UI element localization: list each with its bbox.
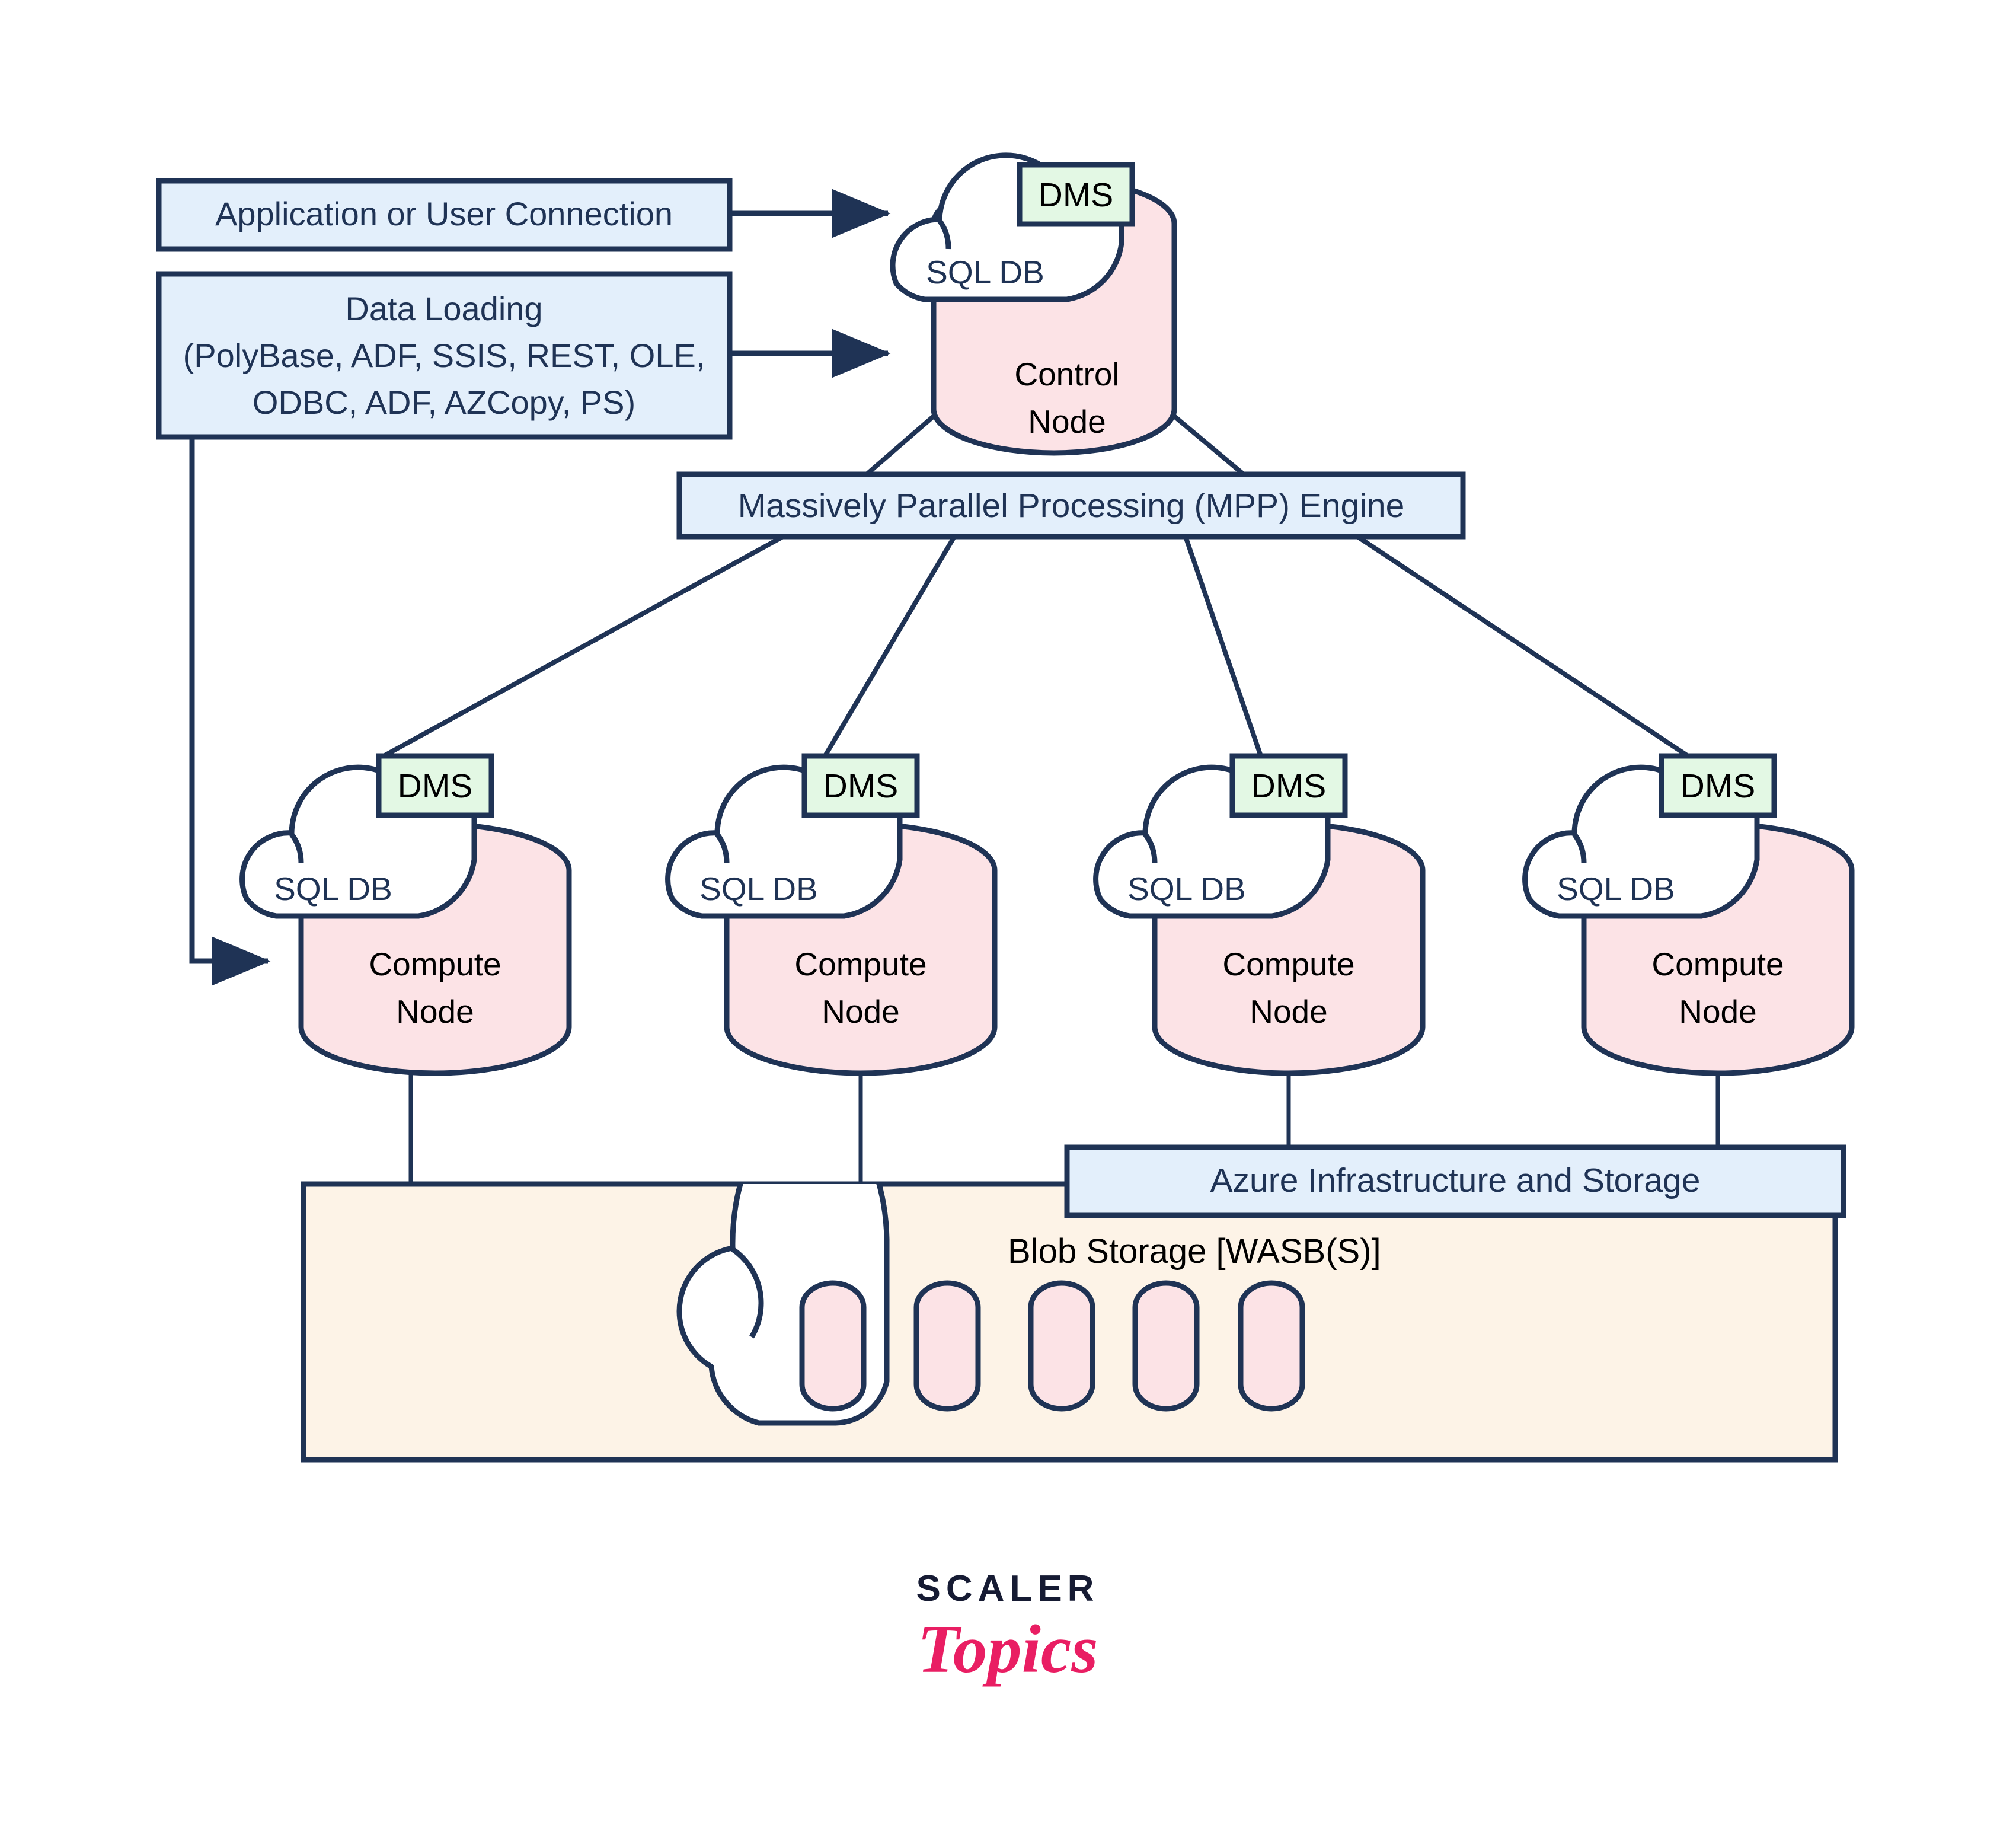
compute-node-4-sqldb-label: SQL DB: [1557, 870, 1675, 907]
control-node-title-line2: Node: [1028, 403, 1106, 440]
connector-mpp-to-compute-3: [1183, 535, 1264, 759]
compute-node-2-title-line1: Compute: [794, 946, 926, 982]
architecture-diagram-canvas: Application or User Connection Data Load…: [156, 152, 1855, 1687]
compute-node-1-title-line1: Compute: [369, 946, 501, 982]
compute-node-2-dms-label: DMS: [823, 767, 899, 805]
logo-topics-text: Topics: [917, 1612, 1098, 1687]
compute-node-2[interactable]: SQL DB DMS Compute Node: [665, 753, 998, 1076]
control-node[interactable]: SQL DB DMS Control Node: [890, 152, 1177, 456]
compute-node-2-sqldb-label: SQL DB: [699, 870, 818, 907]
control-node-title-line1: Control: [1014, 356, 1119, 393]
diagram-root: Application or User Connection Data Load…: [0, 0, 2016, 1822]
blob-cylinder-1: [799, 1280, 867, 1412]
compute-node-1[interactable]: SQL DB DMS Compute Node: [239, 753, 572, 1076]
azure-infrastructure-label: Azure Infrastructure and Storage: [1210, 1162, 1701, 1199]
connector-mpp-to-compute-4: [1356, 534, 1692, 760]
blob-storage-label: Blob Storage [WASB(S)]: [1008, 1232, 1381, 1271]
compute-node-4[interactable]: SQL DB DMS Compute Node: [1522, 753, 1855, 1076]
compute-node-4-title-line1: Compute: [1651, 946, 1784, 982]
connector-control-to-mpp-left: [865, 414, 935, 477]
control-node-dms-label: DMS: [1039, 176, 1114, 214]
input-box-data-loading-line2: (PolyBase, ADF, SSIS, REST, OLE,: [183, 337, 705, 374]
input-box-data-loading-line3: ODBC, ADF, AZCopy, PS): [253, 384, 635, 421]
compute-node-3-sqldb-label: SQL DB: [1127, 870, 1246, 907]
input-box-data-loading-line1: Data Loading: [345, 290, 542, 327]
blob-cylinder-3: [1028, 1280, 1095, 1412]
compute-node-3-dms-label: DMS: [1251, 767, 1327, 805]
mpp-engine-label: Massively Parallel Processing (MPP) Engi…: [738, 487, 1405, 525]
compute-node-1-title-line2: Node: [396, 993, 474, 1030]
compute-node-3[interactable]: SQL DB DMS Compute Node: [1093, 753, 1426, 1076]
input-box-app-connection[interactable]: Application or User Connection: [156, 178, 733, 252]
input-box-app-connection-label: Application or User Connection: [215, 195, 673, 232]
scaler-topics-logo: SCALER Topics: [916, 1568, 1100, 1687]
input-box-data-loading[interactable]: Data Loading (PolyBase, ADF, SSIS, REST,…: [156, 271, 733, 440]
connector-mpp-to-compute-1: [379, 534, 784, 760]
azure-infrastructure-box[interactable]: Azure Infrastructure and Storage: [1064, 1144, 1846, 1218]
compute-node-3-title-line1: Compute: [1222, 946, 1354, 982]
control-node-sqldb-label: SQL DB: [926, 254, 1044, 291]
compute-node-1-dms-label: DMS: [398, 767, 473, 805]
compute-node-1-sqldb-label: SQL DB: [274, 870, 392, 907]
compute-node-4-dms-label: DMS: [1680, 767, 1756, 805]
mpp-engine-box[interactable]: Massively Parallel Processing (MPP) Engi…: [676, 471, 1466, 540]
compute-node-4-title-line2: Node: [1679, 993, 1756, 1030]
logo-scaler-text: SCALER: [916, 1568, 1100, 1609]
connector-mpp-to-compute-2: [822, 535, 957, 760]
connector-control-to-mpp-right: [1172, 414, 1245, 477]
compute-node-3-title-line2: Node: [1250, 993, 1327, 1030]
compute-node-2-title-line2: Node: [822, 993, 899, 1030]
blob-cylinder-4: [1132, 1280, 1200, 1412]
blob-cylinder-2: [913, 1280, 981, 1412]
blob-cylinder-5: [1238, 1280, 1305, 1412]
